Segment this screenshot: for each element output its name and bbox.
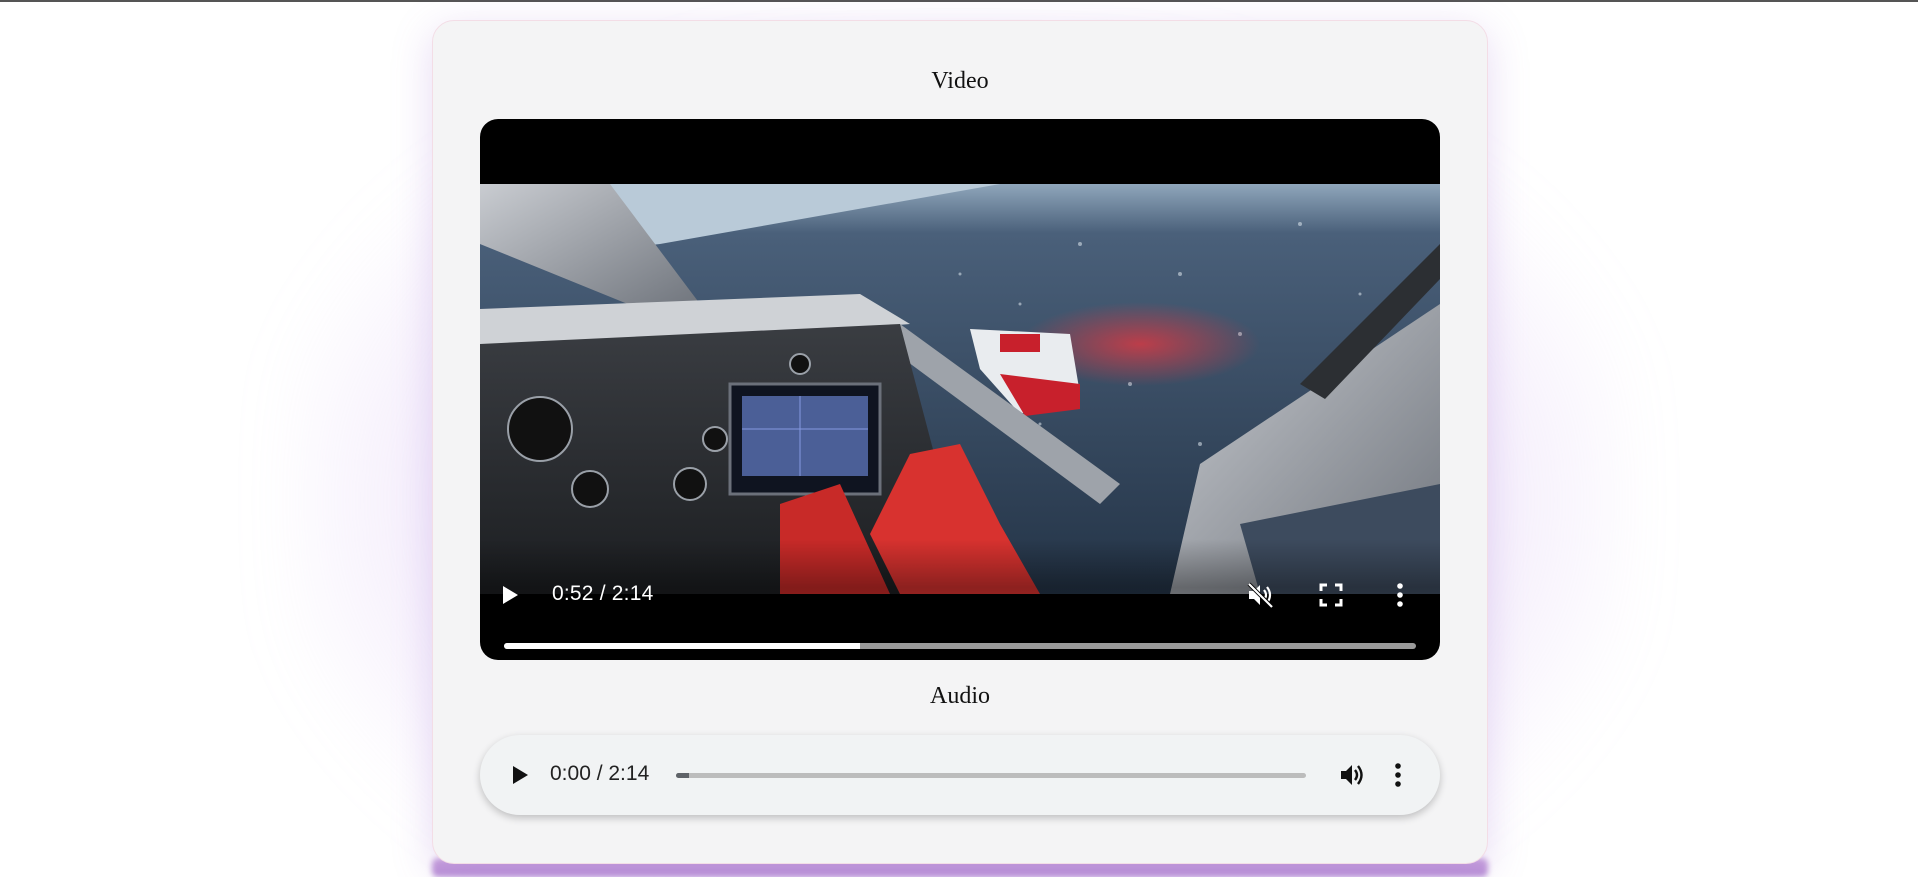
audio-player[interactable]: 0:00 / 2:14 — [480, 735, 1440, 815]
audio-progress-fill — [676, 773, 689, 778]
audio-progress-bar[interactable] — [676, 773, 1306, 778]
top-border — [0, 0, 1918, 2]
video-frame — [480, 184, 1440, 594]
play-icon[interactable] — [508, 763, 532, 787]
more-options-icon[interactable] — [1388, 760, 1408, 790]
video-progress-fill — [504, 643, 860, 649]
video-heading: Video — [931, 68, 989, 94]
muted-speaker-icon[interactable] — [1245, 580, 1275, 610]
speaker-icon[interactable] — [1338, 761, 1366, 789]
video-player[interactable]: 0:52 / 2:14 — [480, 119, 1440, 660]
video-time-display: 0:52 / 2:14 — [552, 582, 654, 605]
more-options-icon[interactable] — [1390, 580, 1410, 610]
play-icon[interactable] — [498, 583, 522, 607]
fullscreen-icon[interactable] — [1318, 582, 1344, 608]
video-progress-bar[interactable] — [504, 643, 1416, 649]
audio-time-display: 0:00 / 2:14 — [550, 762, 650, 785]
media-card: Video 0:52 / 2:14 Audio 0:00 / 2:14 — [432, 20, 1488, 864]
audio-heading: Audio — [930, 683, 990, 709]
